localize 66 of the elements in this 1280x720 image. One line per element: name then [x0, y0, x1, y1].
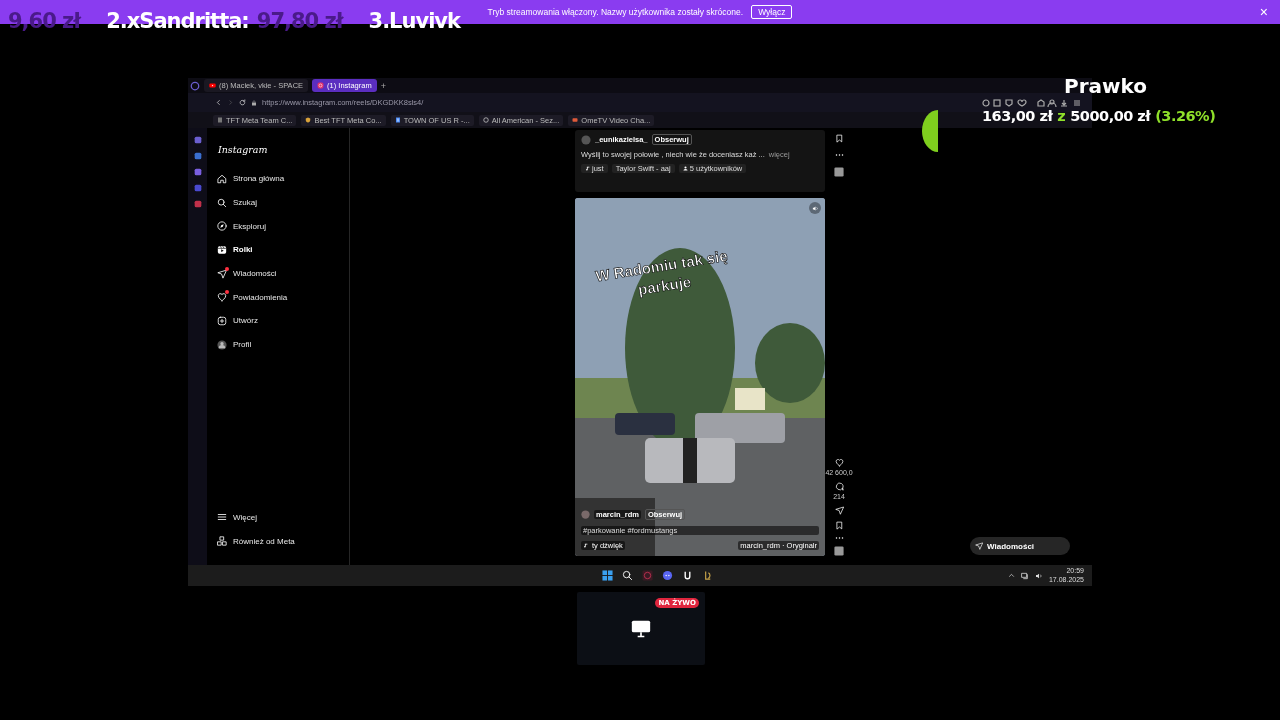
monitor-icon	[630, 618, 652, 639]
camera-icon	[317, 82, 325, 89]
disable-button[interactable]: Wyłącz	[751, 5, 793, 19]
music-note-icon	[585, 166, 590, 171]
nav-item[interactable]: Wiadomości	[217, 261, 349, 286]
heart-icon	[217, 292, 227, 303]
nav-item[interactable]: Utwórz	[217, 309, 349, 333]
heart-icon[interactable]	[834, 458, 844, 467]
progress-ring-drawing	[922, 110, 938, 152]
back-icon[interactable]	[215, 99, 222, 106]
shield-icon	[305, 117, 312, 123]
person-icon	[682, 166, 688, 171]
windows-logo-icon[interactable]	[602, 570, 614, 581]
close-button[interactable]: ×	[1259, 4, 1268, 20]
search-icon	[217, 197, 227, 208]
banner-message: Tryb streamowania włączony. Nazwy użytkownika zostały skrócone.	[487, 7, 744, 17]
compass-icon	[217, 221, 227, 232]
globe-icon	[482, 117, 489, 123]
music-note-icon	[583, 543, 588, 548]
bookmark-icon[interactable]	[834, 134, 844, 143]
app-icon[interactable]	[642, 570, 654, 581]
menu-icon	[217, 512, 227, 523]
page-icon	[217, 117, 223, 123]
nav-item[interactable]: Eksploruj	[217, 214, 349, 239]
avatar-icon	[217, 339, 227, 350]
comment-icon[interactable]	[834, 482, 844, 491]
search-icon[interactable]	[622, 570, 634, 581]
bookmark-icon[interactable]	[834, 521, 844, 530]
nav-item[interactable]: Więcej	[217, 505, 349, 530]
audio-thumbnail-icon[interactable]	[834, 167, 844, 177]
network-icon[interactable]	[1020, 571, 1029, 580]
nav-item[interactable]: Powiadomienia	[217, 285, 349, 310]
document-icon	[394, 117, 401, 123]
goal-raised: 163,00 zł	[982, 108, 1053, 124]
game-app-icon[interactable]	[702, 570, 714, 581]
nav-item[interactable]: Rolki	[217, 238, 349, 262]
video-icon	[572, 117, 579, 123]
chevron-up-icon[interactable]	[1007, 572, 1015, 579]
new-tab-button[interactable]: +	[380, 80, 386, 91]
nav-item[interactable]: Strona główna	[217, 167, 349, 191]
browser-logo-icon	[190, 80, 200, 91]
plus-square-icon	[217, 315, 227, 326]
send-icon	[975, 542, 983, 550]
send-icon[interactable]	[834, 506, 844, 515]
clapperboard-icon	[217, 244, 227, 255]
audio-thumbnail-icon[interactable]	[834, 546, 844, 556]
nav-item[interactable]: Szukaj	[217, 190, 349, 215]
send-icon	[217, 268, 227, 279]
nav-item[interactable]: Również od Meta	[217, 529, 349, 553]
notification-dot	[225, 266, 229, 271]
video-caption: W Radomiu tak się parkuje	[593, 245, 730, 300]
avatar-icon	[581, 510, 590, 519]
play-icon	[209, 82, 216, 89]
chat-app-icon[interactable]	[662, 570, 674, 581]
instagram-logo[interactable]: Instagram	[218, 144, 349, 155]
goal-title: Prawko	[1064, 74, 1148, 98]
reload-icon[interactable]	[239, 99, 246, 106]
notification-dot	[225, 290, 229, 295]
goal-percent: (3.26%)	[1155, 108, 1216, 124]
goal-separator: z	[1057, 108, 1066, 124]
goal-target: 5000,00 zł	[1070, 108, 1151, 124]
home-icon	[217, 173, 227, 184]
nav-item[interactable]: Profil	[217, 332, 349, 357]
lock-icon	[251, 99, 257, 106]
avatar-icon	[581, 134, 591, 145]
messages-button[interactable]: Wiadomości	[970, 537, 1070, 555]
